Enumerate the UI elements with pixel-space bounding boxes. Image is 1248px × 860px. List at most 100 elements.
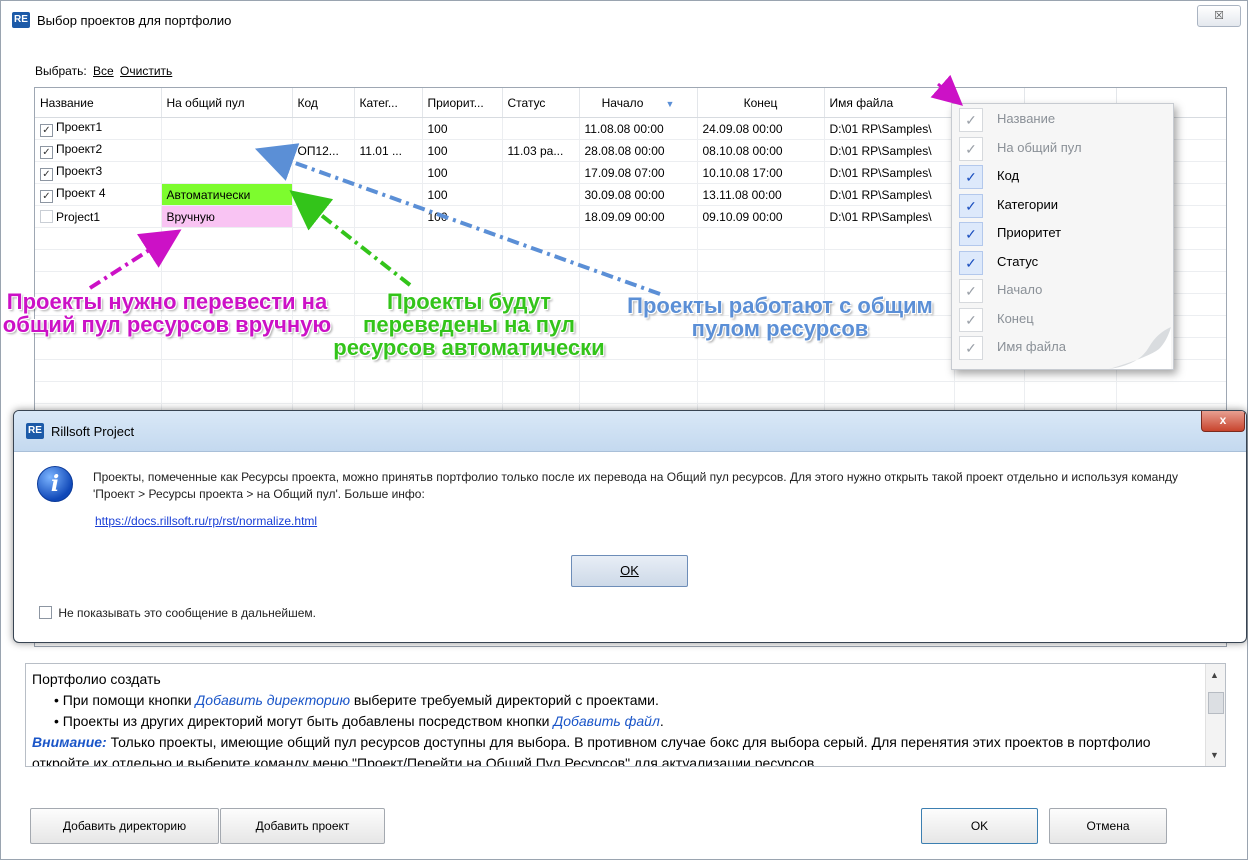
table-cell: 18.09.09 00:00	[579, 205, 698, 228]
table-cell: D:\01 RP\Samples\	[824, 183, 955, 206]
table-cell	[697, 227, 825, 250]
scroll-up-icon[interactable]: ▲	[1210, 670, 1219, 680]
column-option[interactable]: ✓ Категории	[952, 191, 1173, 219]
table-cell	[697, 359, 825, 382]
column-option-label: Название	[997, 111, 1056, 126]
table-cell	[292, 161, 355, 184]
check-icon[interactable]: ✓	[959, 336, 983, 360]
table-cell	[697, 381, 825, 404]
column-header[interactable]: Имя файла	[824, 88, 955, 118]
annotation-pool: Проекты работают с общим пулом ресурсов	[627, 293, 933, 341]
table-cell	[579, 249, 698, 272]
clear-link[interactable]: Очистить	[120, 64, 172, 78]
table-row[interactable]	[35, 381, 1226, 404]
table-cell	[354, 183, 423, 206]
column-header[interactable]: Название	[35, 88, 162, 118]
table-cell: ✓ Проект1	[35, 117, 162, 140]
check-icon[interactable]: ✓	[959, 108, 983, 132]
help-text-part: выберите требуемый директорий с проектам…	[350, 692, 659, 708]
table-cell	[422, 249, 503, 272]
table-cell	[824, 381, 955, 404]
column-header[interactable]: Приорит...	[422, 88, 503, 118]
table-cell: 11.03 ра...	[502, 139, 580, 162]
dont-show-checkbox[interactable]: Не показывать это сообщение в дальнейшем…	[39, 606, 316, 620]
help-text-part: При помощи кнопки	[62, 692, 196, 708]
check-icon[interactable]: ✓	[959, 165, 983, 189]
column-header[interactable]: Начало ▼	[579, 88, 698, 118]
app-icon: RE	[12, 12, 30, 28]
table-cell	[354, 161, 423, 184]
table-cell	[161, 227, 293, 250]
column-option[interactable]: ✓ Начало	[952, 276, 1173, 304]
dialog-close-button[interactable]: x	[1201, 411, 1245, 432]
help-bullet-2: • Проекты из других директорий могут быт…	[54, 713, 664, 729]
table-cell	[354, 227, 423, 250]
column-option[interactable]: ✓ На общий пул	[952, 134, 1173, 162]
info-icon: i	[37, 466, 73, 502]
table-cell	[697, 249, 825, 272]
table-cell: 100	[422, 161, 503, 184]
sort-desc-icon: ▼	[665, 98, 675, 109]
table-cell	[502, 117, 580, 140]
table-cell	[697, 271, 825, 294]
table-cell	[35, 249, 162, 272]
column-option-label: Категории	[997, 196, 1058, 212]
column-option[interactable]: ✓ Название	[952, 105, 1173, 133]
column-option[interactable]: ✓ Статус	[952, 248, 1173, 276]
column-header[interactable]: Код	[292, 88, 355, 118]
close-button[interactable]: ☒	[1197, 5, 1241, 27]
table-cell	[824, 249, 955, 272]
checkbox[interactable]	[39, 606, 52, 619]
column-option-label: На общий пул	[997, 139, 1082, 155]
help-text-part: .	[659, 713, 664, 729]
cancel-button[interactable]: Отмена	[1049, 808, 1167, 844]
add-project-button[interactable]: Добавить проект	[220, 808, 385, 844]
select-all-link[interactable]: Все	[93, 64, 114, 78]
table-cell: ✓ Проект3	[35, 161, 162, 184]
check-icon[interactable]: ✓	[959, 193, 983, 218]
table-cell	[292, 381, 355, 404]
table-cell: 08.10.08 00:00	[697, 139, 825, 162]
dialog-ok-button[interactable]: OK	[571, 555, 688, 587]
check-icon[interactable]: ✓	[959, 279, 983, 303]
column-header[interactable]: Катег...	[354, 88, 423, 118]
column-option-label: Код	[997, 168, 1020, 183]
scroll-down-icon[interactable]: ▼	[1210, 750, 1219, 760]
check-icon[interactable]: ✓	[959, 307, 983, 332]
check-icon[interactable]: ✓	[959, 250, 983, 275]
help-panel[interactable]: Портфолио создать • При помощи кнопки До…	[25, 663, 1226, 767]
table-cell	[161, 359, 293, 382]
row-checkbox[interactable]: ✓	[40, 124, 53, 137]
column-header[interactable]: На общий пул	[161, 88, 293, 118]
table-cell: 17.09.08 07:00	[579, 161, 698, 184]
column-header[interactable]: Конец	[697, 88, 825, 118]
row-checkbox[interactable]: ✓	[40, 168, 53, 181]
table-cell	[422, 227, 503, 250]
table-cell: 100	[422, 205, 503, 228]
table-cell	[502, 359, 580, 382]
scroll-thumb[interactable]	[1208, 692, 1224, 714]
table-cell	[35, 227, 162, 250]
table-cell	[35, 337, 162, 360]
row-checkbox[interactable]	[40, 209, 53, 223]
page-curl-decoration	[1109, 327, 1171, 369]
help-link-add-file[interactable]: Добавить файл	[553, 713, 659, 729]
table-cell	[354, 205, 423, 228]
table-cell	[422, 359, 503, 382]
table-cell	[292, 117, 355, 140]
check-icon[interactable]: ✓	[959, 136, 983, 161]
docs-link[interactable]: https://docs.rillsoft.ru/rp/rst/normaliz…	[95, 514, 317, 528]
help-scrollbar[interactable]: ▲ ▼	[1205, 664, 1225, 766]
dialog-titlebar	[14, 411, 1246, 452]
table-cell	[354, 381, 423, 404]
check-icon[interactable]: ✓	[959, 222, 983, 246]
column-option[interactable]: ✓ Приоритет	[952, 219, 1173, 247]
row-checkbox[interactable]: ✓	[40, 190, 53, 203]
row-checkbox[interactable]: ✓	[40, 146, 53, 159]
ok-button[interactable]: OK	[921, 808, 1038, 844]
column-header[interactable]: Статус	[502, 88, 580, 118]
column-option[interactable]: ✓ Код	[952, 162, 1173, 190]
add-directory-button[interactable]: Добавить директорию	[30, 808, 219, 844]
help-link-add-dir[interactable]: Добавить директорию	[195, 692, 350, 708]
table-cell	[292, 359, 355, 382]
